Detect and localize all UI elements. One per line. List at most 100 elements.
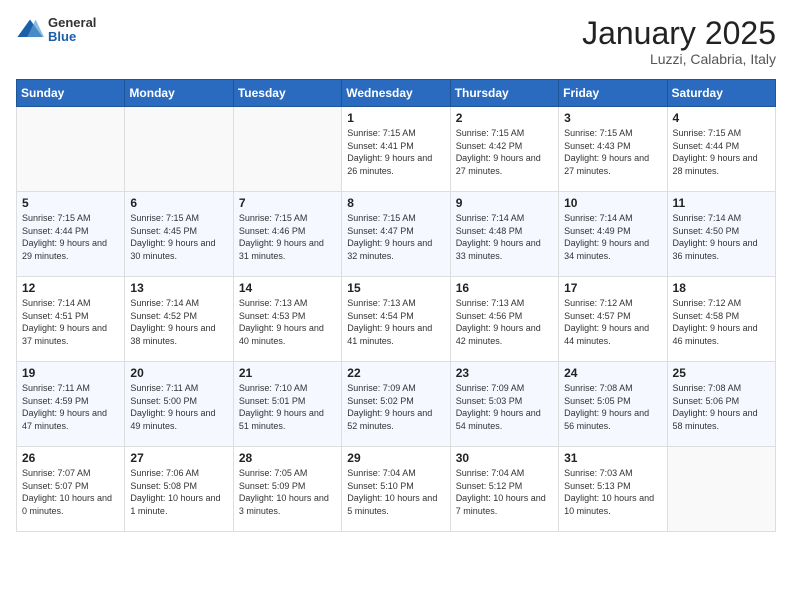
day-info: Sunrise: 7:12 AM Sunset: 4:58 PM Dayligh…	[673, 297, 770, 347]
day-number: 13	[130, 281, 227, 295]
day-info: Sunrise: 7:11 AM Sunset: 4:59 PM Dayligh…	[22, 382, 119, 432]
day-info: Sunrise: 7:13 AM Sunset: 4:56 PM Dayligh…	[456, 297, 553, 347]
calendar-cell: 2 Sunrise: 7:15 AM Sunset: 4:42 PM Daylig…	[450, 107, 558, 192]
day-number: 5	[22, 196, 119, 210]
day-info: Sunrise: 7:14 AM Sunset: 4:48 PM Dayligh…	[456, 212, 553, 262]
calendar-cell: 21Sunrise: 7:10 AM Sunset: 5:01 PM Dayli…	[233, 362, 341, 447]
day-info: Sunrise: 7:09 AM Sunset: 5:02 PM Dayligh…	[347, 382, 444, 432]
day-number: 7	[239, 196, 336, 210]
week-row-5: 26 Sunrise: 7:07 AM Sunset: 5:07 PM Dayli…	[17, 447, 776, 532]
calendar-cell: 12Sunrise: 7:14 AM Sunset: 4:51 PM Dayli…	[17, 277, 125, 362]
day-number: 10	[564, 196, 661, 210]
calendar-cell: 8Sunrise: 7:15 AM Sunset: 4:47 PM Daylig…	[342, 192, 450, 277]
day-number: 30	[456, 451, 553, 465]
logo: General Blue	[16, 16, 96, 45]
day-number: 6	[130, 196, 227, 210]
day-number: 8	[347, 196, 444, 210]
calendar-cell: 29 Sunrise: 7:04 AM Sunset: 5:10 PM Dayli…	[342, 447, 450, 532]
calendar-cell: 13Sunrise: 7:14 AM Sunset: 4:52 PM Dayli…	[125, 277, 233, 362]
calendar-cell: 18 Sunrise: 7:12 AM Sunset: 4:58 PM Dayli…	[667, 277, 775, 362]
day-info: Sunrise: 7:07 AM Sunset: 5:07 PM Dayligh…	[22, 467, 119, 517]
page-header: General Blue January 2025 Luzzi, Calabri…	[16, 16, 776, 67]
day-info: Sunrise: 7:11 AM Sunset: 5:00 PM Dayligh…	[130, 382, 227, 432]
day-info: Sunrise: 7:05 AM Sunset: 5:09 PM Dayligh…	[239, 467, 336, 517]
day-number: 26	[22, 451, 119, 465]
day-number: 17	[564, 281, 661, 295]
day-number: 28	[239, 451, 336, 465]
calendar-cell: 17 Sunrise: 7:12 AM Sunset: 4:57 PM Dayli…	[559, 277, 667, 362]
day-number: 11	[673, 196, 770, 210]
week-row-2: 5 Sunrise: 7:15 AM Sunset: 4:44 PM Daylig…	[17, 192, 776, 277]
weekday-header-sunday: Sunday	[17, 80, 125, 107]
day-info: Sunrise: 7:15 AM Sunset: 4:45 PM Dayligh…	[130, 212, 227, 262]
calendar-cell: 7 Sunrise: 7:15 AM Sunset: 4:46 PM Daylig…	[233, 192, 341, 277]
calendar-cell: 10 Sunrise: 7:14 AM Sunset: 4:49 PM Dayli…	[559, 192, 667, 277]
weekday-header-tuesday: Tuesday	[233, 80, 341, 107]
calendar-cell	[125, 107, 233, 192]
day-info: Sunrise: 7:06 AM Sunset: 5:08 PM Dayligh…	[130, 467, 227, 517]
day-info: Sunrise: 7:12 AM Sunset: 4:57 PM Dayligh…	[564, 297, 661, 347]
day-info: Sunrise: 7:13 AM Sunset: 4:53 PM Dayligh…	[239, 297, 336, 347]
calendar-cell: 25 Sunrise: 7:08 AM Sunset: 5:06 PM Dayli…	[667, 362, 775, 447]
weekday-header-row: SundayMondayTuesdayWednesdayThursdayFrid…	[17, 80, 776, 107]
day-info: Sunrise: 7:08 AM Sunset: 5:05 PM Dayligh…	[564, 382, 661, 432]
day-number: 3	[564, 111, 661, 125]
calendar-cell: 28 Sunrise: 7:05 AM Sunset: 5:09 PM Dayli…	[233, 447, 341, 532]
calendar-cell	[233, 107, 341, 192]
day-info: Sunrise: 7:14 AM Sunset: 4:49 PM Dayligh…	[564, 212, 661, 262]
day-info: Sunrise: 7:09 AM Sunset: 5:03 PM Dayligh…	[456, 382, 553, 432]
calendar-cell	[667, 447, 775, 532]
calendar-cell: 19 Sunrise: 7:11 AM Sunset: 4:59 PM Dayli…	[17, 362, 125, 447]
day-number: 23	[456, 366, 553, 380]
title-area: January 2025 Luzzi, Calabria, Italy	[582, 16, 776, 67]
calendar-cell: 9 Sunrise: 7:14 AM Sunset: 4:48 PM Daylig…	[450, 192, 558, 277]
calendar-cell: 30 Sunrise: 7:04 AM Sunset: 5:12 PM Dayli…	[450, 447, 558, 532]
day-number: 27	[130, 451, 227, 465]
calendar-cell: 6 Sunrise: 7:15 AM Sunset: 4:45 PM Daylig…	[125, 192, 233, 277]
calendar-cell: 4 Sunrise: 7:15 AM Sunset: 4:44 PM Daylig…	[667, 107, 775, 192]
calendar-cell: 15 Sunrise: 7:13 AM Sunset: 4:54 PM Dayli…	[342, 277, 450, 362]
day-info: Sunrise: 7:15 AM Sunset: 4:46 PM Dayligh…	[239, 212, 336, 262]
calendar-cell: 26 Sunrise: 7:07 AM Sunset: 5:07 PM Dayli…	[17, 447, 125, 532]
day-info: Sunrise: 7:14 AM Sunset: 4:50 PM Dayligh…	[673, 212, 770, 262]
day-info: Sunrise: 7:04 AM Sunset: 5:12 PM Dayligh…	[456, 467, 553, 517]
day-number: 24	[564, 366, 661, 380]
day-number: 9	[456, 196, 553, 210]
calendar-cell	[17, 107, 125, 192]
calendar-cell: 22Sunrise: 7:09 AM Sunset: 5:02 PM Dayli…	[342, 362, 450, 447]
day-number: 31	[564, 451, 661, 465]
day-number: 14	[239, 281, 336, 295]
day-number: 18	[673, 281, 770, 295]
week-row-4: 19 Sunrise: 7:11 AM Sunset: 4:59 PM Dayli…	[17, 362, 776, 447]
day-info: Sunrise: 7:08 AM Sunset: 5:06 PM Dayligh…	[673, 382, 770, 432]
day-number: 29	[347, 451, 444, 465]
month-title: January 2025	[582, 16, 776, 51]
weekday-header-wednesday: Wednesday	[342, 80, 450, 107]
logo-general: General	[48, 16, 96, 30]
day-number: 15	[347, 281, 444, 295]
week-row-3: 12Sunrise: 7:14 AM Sunset: 4:51 PM Dayli…	[17, 277, 776, 362]
day-number: 16	[456, 281, 553, 295]
weekday-header-friday: Friday	[559, 80, 667, 107]
weekday-header-thursday: Thursday	[450, 80, 558, 107]
day-number: 12	[22, 281, 119, 295]
day-info: Sunrise: 7:04 AM Sunset: 5:10 PM Dayligh…	[347, 467, 444, 517]
day-number: 2	[456, 111, 553, 125]
location: Luzzi, Calabria, Italy	[582, 51, 776, 67]
day-number: 4	[673, 111, 770, 125]
day-number: 21	[239, 366, 336, 380]
day-info: Sunrise: 7:15 AM Sunset: 4:42 PM Dayligh…	[456, 127, 553, 177]
calendar-cell: 11 Sunrise: 7:14 AM Sunset: 4:50 PM Dayli…	[667, 192, 775, 277]
calendar-cell: 5 Sunrise: 7:15 AM Sunset: 4:44 PM Daylig…	[17, 192, 125, 277]
weekday-header-monday: Monday	[125, 80, 233, 107]
day-number: 20	[130, 366, 227, 380]
day-number: 1	[347, 111, 444, 125]
day-info: Sunrise: 7:15 AM Sunset: 4:44 PM Dayligh…	[673, 127, 770, 177]
weekday-header-saturday: Saturday	[667, 80, 775, 107]
day-info: Sunrise: 7:13 AM Sunset: 4:54 PM Dayligh…	[347, 297, 444, 347]
calendar-cell: 24 Sunrise: 7:08 AM Sunset: 5:05 PM Dayli…	[559, 362, 667, 447]
day-number: 25	[673, 366, 770, 380]
day-number: 19	[22, 366, 119, 380]
day-info: Sunrise: 7:15 AM Sunset: 4:44 PM Dayligh…	[22, 212, 119, 262]
calendar-cell: 20 Sunrise: 7:11 AM Sunset: 5:00 PM Dayli…	[125, 362, 233, 447]
